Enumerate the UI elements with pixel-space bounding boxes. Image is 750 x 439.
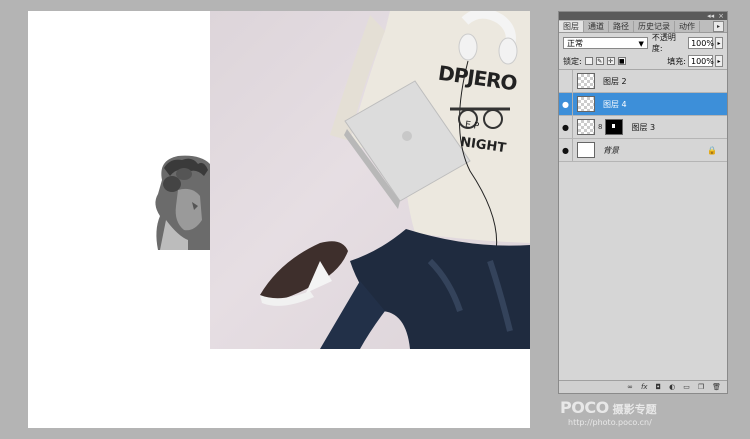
chevron-down-icon: ▼: [638, 40, 644, 48]
sneaker: [260, 241, 348, 302]
tab-layers[interactable]: 图层: [559, 21, 584, 32]
watermark: POCO 摄影专题 http://photo.poco.cn/: [560, 398, 657, 427]
panel-tabs: 图层 通道 路径 历史记录 动作 ▸: [559, 20, 727, 33]
close-icon[interactable]: ×: [718, 12, 724, 20]
adjustment-layer-icon[interactable]: ◐: [669, 383, 675, 391]
panel-bottom-toolbar: ∞ fx ◘ ◐ ▭ ❐ 🗑: [559, 380, 727, 393]
layer-mask-thumbnail[interactable]: [605, 119, 624, 135]
tab-paths[interactable]: 路径: [609, 21, 634, 32]
watermark-logo: POCO: [560, 398, 609, 417]
tab-channels[interactable]: 通道: [584, 21, 609, 32]
layer-row[interactable]: ● 8 图层 3: [559, 116, 727, 139]
layer-row[interactable]: 图层 2: [559, 70, 727, 93]
layer-thumbnail: [577, 142, 595, 158]
blend-row: 正常 ▼ 不透明度: 100% ▸: [559, 33, 727, 53]
lock-label: 锁定:: [563, 56, 582, 66]
eye-icon[interactable]: ●: [559, 93, 573, 115]
lock-row: 锁定: ✎ ✛ ■ 填充: 100% ▸: [559, 53, 727, 70]
statue-bust-image: [148, 150, 210, 250]
new-layer-icon[interactable]: ❐: [698, 383, 704, 391]
layer-thumbnail: [577, 119, 595, 135]
panel-menu-icon[interactable]: ▸: [713, 21, 724, 32]
fill-slider-arrow[interactable]: ▸: [715, 55, 723, 67]
layer-name: 背景: [603, 145, 619, 155]
new-group-icon[interactable]: ▭: [683, 383, 690, 391]
watermark-url: http://photo.poco.cn/: [568, 418, 652, 427]
shirt-print-text-2: E P: [464, 120, 480, 132]
opacity-label: 不透明度:: [651, 33, 676, 53]
fill-input[interactable]: 100%: [688, 55, 714, 67]
trash-icon[interactable]: 🗑: [712, 383, 721, 391]
layer-name: 图层 2: [603, 76, 627, 86]
link-icon[interactable]: 8: [598, 123, 602, 131]
opacity-slider-arrow[interactable]: ▸: [715, 37, 723, 49]
lock-all-icon[interactable]: ■: [617, 57, 626, 65]
blend-mode-value: 正常: [567, 39, 583, 48]
layer-row[interactable]: ● 背景 🔒: [559, 139, 727, 162]
link-layers-icon[interactable]: ∞: [627, 383, 633, 391]
tab-history[interactable]: 历史记录: [634, 21, 675, 32]
fx-icon[interactable]: fx: [641, 383, 648, 391]
layer-thumbnail: [577, 73, 595, 89]
fill-label: 填充:: [667, 56, 686, 66]
layers-panel: ◂◂ × 图层 通道 路径 历史记录 动作 ▸ 正常 ▼ 不透明度: 100% …: [558, 11, 728, 394]
layers-list: 图层 2 ● 图层 4 ● 8 图层 3 ● 背景 🔒: [559, 70, 727, 162]
add-mask-icon[interactable]: ◘: [656, 383, 662, 391]
watermark-subtitle: 摄影专题: [612, 403, 657, 416]
tab-actions[interactable]: 动作: [675, 21, 700, 32]
opacity-input[interactable]: 100%: [688, 37, 714, 49]
layer-thumbnail: [577, 96, 595, 112]
product-photo: DPJERO E P NIGHT: [210, 11, 530, 349]
lock-image-icon[interactable]: ✎: [595, 57, 604, 65]
eye-icon[interactable]: ●: [559, 116, 573, 138]
eye-icon[interactable]: ●: [559, 139, 573, 161]
lock-icon: 🔒: [707, 145, 717, 155]
lock-transparent-icon[interactable]: [584, 57, 593, 65]
panel-titlebar: ◂◂ ×: [559, 12, 727, 20]
lock-position-icon[interactable]: ✛: [606, 57, 615, 65]
blend-mode-select[interactable]: 正常 ▼: [563, 37, 648, 49]
layer-name: 图层 3: [631, 122, 656, 132]
visibility-toggle[interactable]: [559, 70, 573, 92]
jeans: [350, 229, 530, 349]
layer-row[interactable]: ● 图层 4: [559, 93, 727, 116]
collapse-icon[interactable]: ◂◂: [707, 12, 714, 20]
layer-name: 图层 4: [603, 99, 627, 109]
